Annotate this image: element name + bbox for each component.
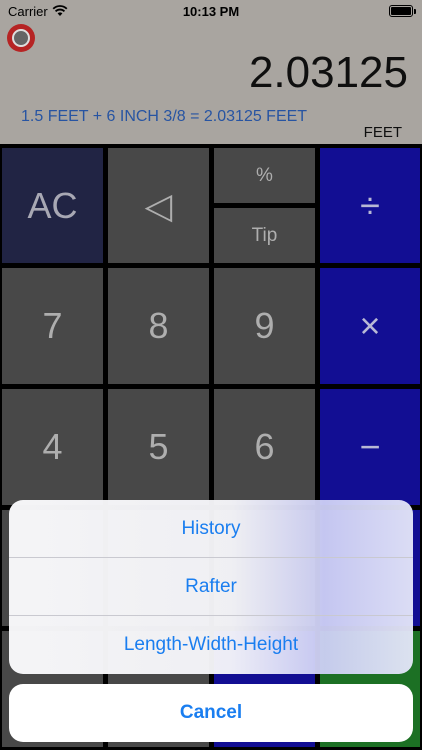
cancel-button[interactable]: Cancel xyxy=(9,684,413,742)
action-sheet: History Rafter Length-Width-Height xyxy=(9,500,413,674)
history-action[interactable]: History xyxy=(9,500,413,558)
length-width-height-action[interactable]: Length-Width-Height xyxy=(9,616,413,674)
rafter-action[interactable]: Rafter xyxy=(9,558,413,616)
